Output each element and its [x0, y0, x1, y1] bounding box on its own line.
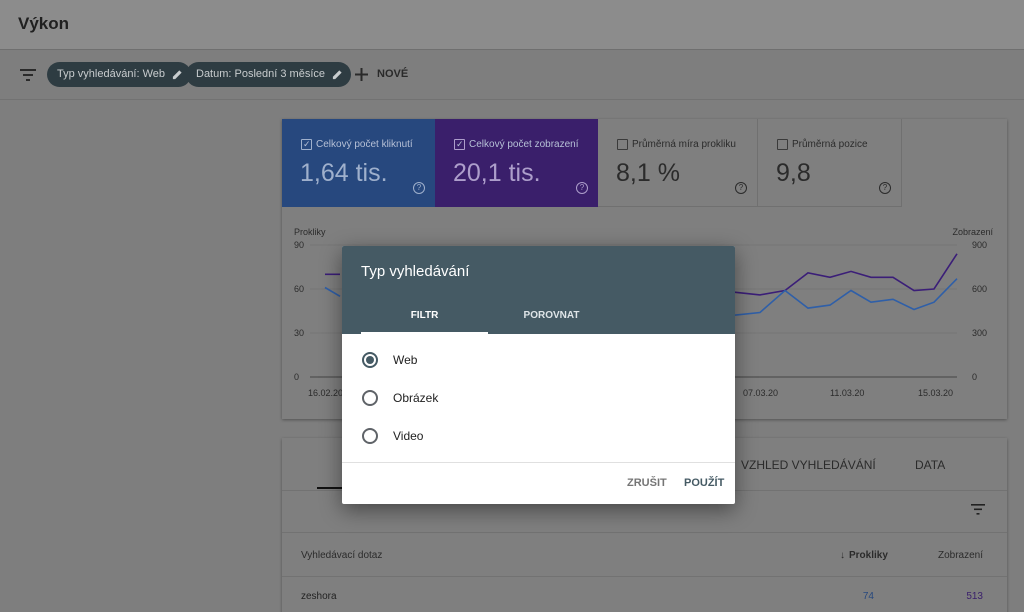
metric-label: Průměrná míra prokliku — [632, 139, 736, 150]
column-header-query[interactable]: Vyhledávací dotaz — [301, 550, 382, 561]
metric-label-wrap: ✓ Celkový počet zobrazení — [454, 139, 579, 150]
x-tick-label: 07.03.20 — [743, 388, 778, 398]
clicks-line-right — [731, 278, 958, 317]
dialog-tab-indicator — [361, 332, 488, 334]
option-label: Web — [393, 353, 418, 367]
check-icon: ✓ — [303, 139, 311, 149]
edit-pencil-icon — [332, 70, 342, 80]
sort-descending-icon: ↓ — [840, 550, 845, 561]
column-header-clicks[interactable]: ↓ Prokliky — [840, 550, 888, 561]
help-icon[interactable]: ? — [879, 182, 891, 194]
x-tick-label: 11.03.20 — [830, 388, 864, 398]
metric-average-position[interactable]: Průměrná pozice 9,8 ? — [758, 119, 902, 207]
left-tick-label: 60 — [294, 284, 304, 294]
search-type-dialog: Typ vyhledávání FILTR POROVNAT Web Obráz… — [342, 246, 735, 504]
metric-label: Celkový počet kliknutí — [316, 139, 413, 150]
checkbox-checked-icon[interactable]: ✓ — [301, 139, 312, 150]
radio-unchecked-icon[interactable] — [362, 390, 378, 406]
right-axis-label: Zobrazení — [952, 227, 993, 237]
help-icon[interactable]: ? — [735, 182, 747, 194]
apply-button[interactable]: POUŽÍT — [684, 477, 724, 489]
left-tick-label: 0 — [294, 372, 299, 382]
page-title: Výkon — [18, 14, 70, 33]
plus-icon — [355, 68, 368, 81]
row-divider — [282, 532, 1007, 533]
checkbox-checked-icon[interactable]: ✓ — [454, 139, 465, 150]
metric-average-ctr[interactable]: Průměrná míra prokliku 8,1 % ? — [598, 119, 758, 207]
table-row-query[interactable]: zeshora — [301, 591, 337, 602]
radio-unchecked-icon[interactable] — [362, 428, 378, 444]
option-label: Video — [393, 429, 424, 443]
metric-total-impressions[interactable]: ✓ Celkový počet zobrazení 20,1 tis. ? — [435, 119, 598, 207]
tab-dates[interactable]: DATA — [915, 458, 945, 472]
left-tick-label: 90 — [294, 240, 304, 250]
checkbox-unchecked-icon[interactable] — [777, 139, 788, 150]
dialog-divider — [342, 462, 735, 463]
right-tick-label: 0 — [972, 372, 977, 382]
help-icon[interactable]: ? — [576, 182, 588, 194]
column-header-impressions[interactable]: Zobrazení — [938, 550, 983, 561]
x-tick-label: 15.03.20 — [918, 388, 953, 398]
dialog-tab-compare[interactable]: POROVNAT — [488, 310, 615, 321]
search-type-chip-label: Typ vyhledávání: Web — [57, 68, 166, 80]
help-icon[interactable]: ? — [413, 182, 425, 194]
search-type-chip[interactable]: Typ vyhledávání: Web — [47, 62, 192, 87]
metric-total-clicks[interactable]: ✓ Celkový počet kliknutí 1,64 tis. ? — [282, 119, 435, 207]
table-row-impressions: 513 — [966, 591, 983, 602]
right-tick-label: 900 — [972, 240, 987, 250]
date-range-chip-label: Datum: Poslední 3 měsíce — [196, 68, 326, 80]
filter-icon[interactable] — [19, 68, 37, 82]
dialog-tab-filter[interactable]: FILTR — [361, 310, 488, 321]
left-tick-label: 30 — [294, 328, 304, 338]
column-header-clicks-label: Prokliky — [849, 550, 888, 561]
checkbox-unchecked-icon[interactable] — [617, 139, 628, 150]
tab-search-appearance[interactable]: VZHLED VYHLEDÁVÁNÍ — [741, 458, 876, 472]
right-tick-label: 300 — [972, 328, 987, 338]
metric-label-wrap: ✓ Celkový počet kliknutí — [301, 139, 413, 150]
cancel-button[interactable]: ZRUŠIT — [627, 477, 667, 489]
table-row-clicks: 74 — [862, 591, 874, 602]
metric-label-wrap: Průměrná míra prokliku — [617, 139, 736, 150]
metric-value: 9,8 — [776, 159, 811, 187]
row-divider — [282, 576, 1007, 577]
new-filter-button[interactable]: NOVÉ — [355, 62, 408, 87]
left-axis-label: Prokliky — [294, 227, 326, 237]
right-tick-label: 600 — [972, 284, 987, 294]
x-tick-label: 16.02.20 — [308, 388, 343, 398]
table-filter-icon[interactable] — [971, 504, 985, 515]
option-label: Obrázek — [393, 391, 439, 405]
filter-bar: Typ vyhledávání: Web Datum: Poslední 3 m… — [0, 50, 1024, 100]
metric-value: 1,64 tis. — [300, 159, 388, 187]
metric-label: Celkový počet zobrazení — [469, 139, 579, 150]
metric-value: 20,1 tis. — [453, 159, 541, 187]
radio-checked-icon[interactable] — [362, 352, 378, 368]
metric-label-wrap: Průměrná pozice — [777, 139, 868, 150]
dialog-title: Typ vyhledávání — [361, 263, 470, 280]
date-range-chip[interactable]: Datum: Poslední 3 měsíce — [186, 62, 352, 87]
check-icon: ✓ — [456, 139, 464, 149]
edit-pencil-icon — [172, 70, 182, 80]
new-filter-label: NOVÉ — [377, 68, 409, 80]
metric-value: 8,1 % — [616, 159, 680, 187]
dialog-header: Typ vyhledávání FILTR POROVNAT — [342, 246, 735, 334]
metric-label: Průměrná pozice — [792, 139, 868, 150]
app-header: Výkon — [0, 0, 1024, 50]
